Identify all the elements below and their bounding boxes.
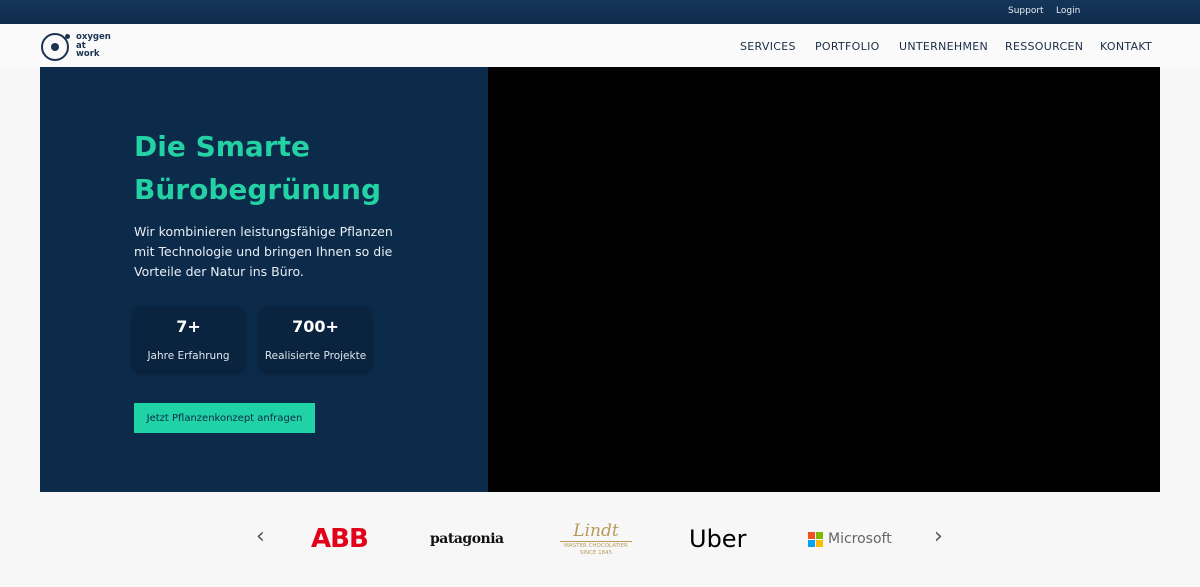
logo-dot-icon bbox=[51, 43, 59, 51]
hero-title-line-2: Bürobegrünung bbox=[134, 173, 381, 206]
nav-item-kontakt[interactable]: KONTAKT bbox=[1100, 40, 1152, 53]
microsoft-square-red-icon bbox=[808, 532, 815, 539]
chevron-left-icon[interactable]: ‹ bbox=[256, 524, 265, 549]
microsoft-square-green-icon bbox=[816, 532, 823, 539]
top-utility-bar: Support Login bbox=[0, 0, 1200, 24]
microsoft-wordmark: Microsoft bbox=[828, 531, 892, 547]
stat-label: Realisierte Projekte bbox=[264, 350, 367, 362]
abb-logo: ABB bbox=[311, 524, 369, 554]
hero-text-panel: Die Smarte Bürobegrünung Wir kombinieren… bbox=[40, 67, 488, 492]
lindt-subtitle: MASTER CHOCOLATIER bbox=[564, 543, 628, 549]
chevron-right-icon[interactable]: › bbox=[934, 524, 943, 549]
support-link[interactable]: Support bbox=[1008, 6, 1044, 16]
uber-logo: Uber bbox=[689, 525, 747, 553]
patagonia-logo: patagonia bbox=[430, 531, 504, 547]
hero-section: Die Smarte Bürobegrünung Wir kombinieren… bbox=[40, 67, 1160, 492]
logo-wordmark: oxygen at work bbox=[76, 33, 111, 59]
microsoft-square-blue-icon bbox=[808, 540, 815, 547]
nav-item-services[interactable]: SERVICES bbox=[740, 40, 796, 53]
lindt-divider bbox=[560, 541, 632, 542]
client-logo-carousel: ‹ ABB patagonia Lindt MASTER CHOCOLATIER… bbox=[0, 510, 1200, 570]
nav-item-portfolio[interactable]: PORTFOLIO bbox=[815, 40, 880, 53]
hero-title: Die Smarte Bürobegrünung bbox=[134, 125, 454, 211]
hero-title-line-1: Die Smarte bbox=[134, 130, 310, 163]
microsoft-square-yellow-icon bbox=[816, 540, 823, 547]
hero-description: Wir kombinieren leistungsfähige Pflanzen… bbox=[134, 224, 393, 279]
login-link[interactable]: Login bbox=[1056, 6, 1080, 16]
stat-card-projects: 700+ Realisierte Projekte bbox=[260, 307, 371, 371]
logo-line-3: work bbox=[76, 49, 100, 59]
lindt-since: SINCE 1845 bbox=[579, 550, 613, 556]
lindt-logo: Lindt MASTER CHOCOLATIER SINCE 1845 bbox=[556, 522, 636, 556]
stat-value: 7+ bbox=[176, 317, 201, 336]
nav-item-unternehmen[interactable]: UNTERNEHMEN bbox=[899, 40, 988, 53]
oxygen-at-work-logo[interactable]: oxygen at work bbox=[41, 32, 121, 62]
lindt-wordmark: Lindt bbox=[573, 521, 619, 541]
logo-satellite-icon bbox=[65, 34, 70, 39]
nav-item-ressourcen[interactable]: RESSOURCEN bbox=[1005, 40, 1083, 53]
main-header: oxygen at work SERVICES PORTFOLIO UNTERN… bbox=[0, 24, 1200, 67]
stat-value: 700+ bbox=[292, 317, 339, 336]
hero-image-panel bbox=[488, 67, 1160, 492]
request-plant-concept-button[interactable]: Jetzt Pflanzenkonzept anfragen bbox=[134, 403, 315, 433]
stat-card-experience: 7+ Jahre Erfahrung bbox=[133, 307, 244, 371]
stat-label: Jahre Erfahrung bbox=[147, 350, 230, 362]
